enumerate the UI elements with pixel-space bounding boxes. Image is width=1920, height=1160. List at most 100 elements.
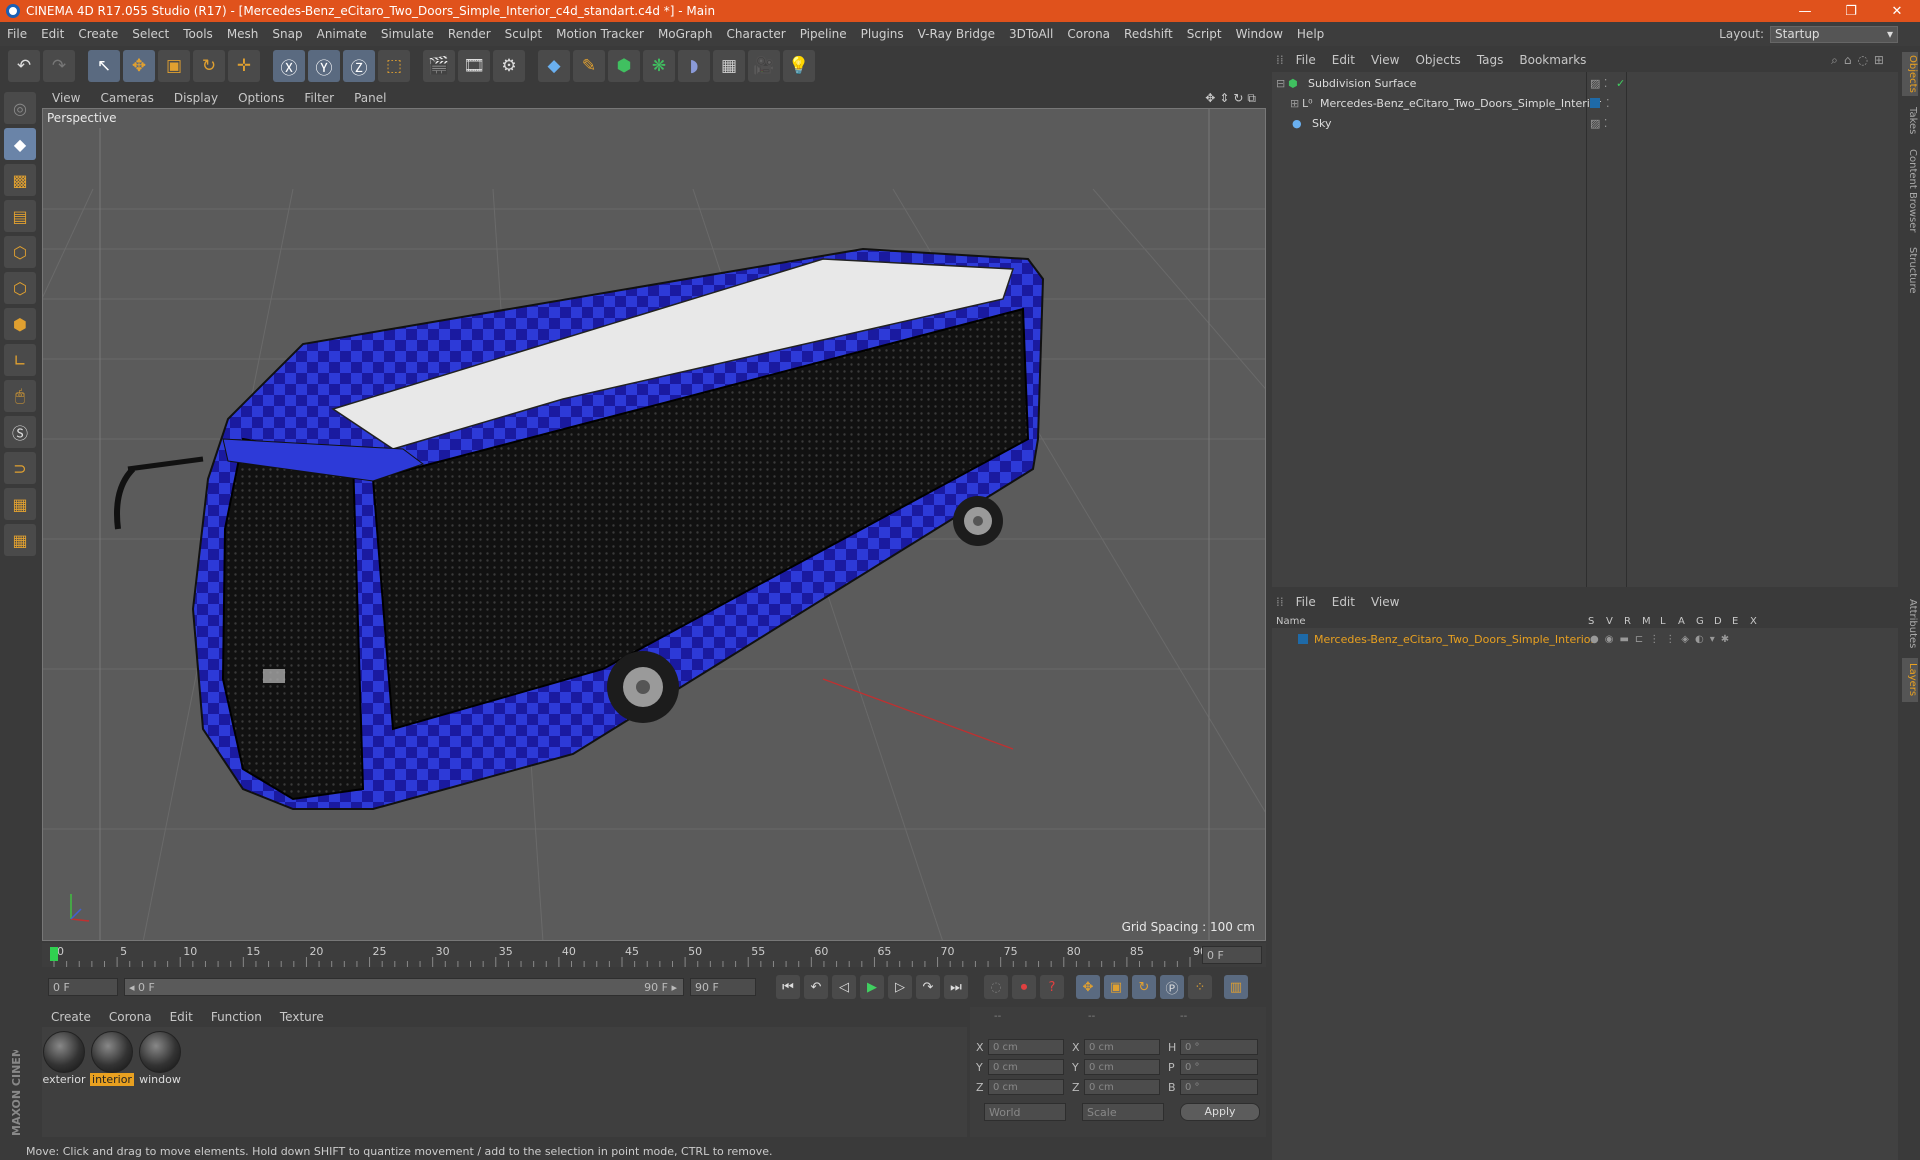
visibility-dots-icon[interactable]: ▨ ⁚ (1590, 117, 1607, 130)
viewport-menu-filter[interactable]: Filter (294, 91, 344, 105)
workplane-lock-button[interactable]: ▦ (4, 488, 36, 520)
menu-select[interactable]: Select (125, 27, 176, 41)
layer-col-g[interactable]: G (1696, 616, 1704, 627)
workplane-mode-button[interactable]: ▤ (4, 200, 36, 232)
menu-mesh[interactable]: Mesh (220, 27, 266, 41)
current-frame-field[interactable]: 0 F (1202, 946, 1262, 964)
tab-content-browser[interactable]: Content Browser (1902, 146, 1918, 236)
undo-button[interactable]: ↶ (8, 50, 40, 82)
menu-3dtoall[interactable]: 3DToAll (1002, 27, 1060, 41)
layer-col-x[interactable]: X (1750, 616, 1757, 627)
menu-redshift[interactable]: Redshift (1117, 27, 1180, 41)
start-frame-field[interactable]: 0 F (48, 978, 118, 996)
deformer-bend-button[interactable]: ◗ (678, 50, 710, 82)
perspective-viewport[interactable]: Perspective Grid Spacing : 100 cm (42, 108, 1266, 941)
menu-help[interactable]: Help (1290, 27, 1331, 41)
coordinate-system-button[interactable]: ⬚ (378, 50, 410, 82)
menu-motion-tracker[interactable]: Motion Tracker (549, 27, 651, 41)
objmgr-menu-tags[interactable]: Tags (1469, 53, 1512, 67)
material-menu-corona[interactable]: Corona (100, 1010, 161, 1024)
viewport-menu-options[interactable]: Options (228, 91, 294, 105)
end-frame-field[interactable]: 90 F (690, 978, 756, 996)
render-view-button[interactable]: 🎬 (423, 50, 455, 82)
object-row-sky[interactable]: ● Sky ▨ ⁚ (1272, 114, 1898, 132)
tab-structure[interactable]: Structure (1902, 244, 1918, 296)
tab-layers[interactable]: Layers (1902, 658, 1918, 702)
objmgr-menu-edit[interactable]: Edit (1324, 53, 1363, 67)
minimize-button[interactable]: — (1782, 4, 1828, 19)
size-z-field[interactable]: 0 cm (1084, 1079, 1160, 1095)
viewport-menu-view[interactable]: View (42, 91, 90, 105)
menu-plugins[interactable]: Plugins (854, 27, 911, 41)
menu-create[interactable]: Create (71, 27, 125, 41)
layer-col-e[interactable]: E (1732, 616, 1738, 627)
subdivision-surface-button[interactable]: ⬢ (608, 50, 640, 82)
render-picture-viewer-button[interactable]: 🎞 (458, 50, 490, 82)
objmgr-menu-objects[interactable]: Objects (1407, 53, 1468, 67)
menu-corona[interactable]: Corona (1060, 27, 1117, 41)
timeline-ruler[interactable]: 0 5 10 15 20 25 30 35 40 45 50 55 60 65 70 75 80 85 90 0 F (42, 943, 1266, 967)
material-menu-function[interactable]: Function (202, 1010, 271, 1024)
frame-range-slider[interactable]: ◂ 0 F 90 F ▸ (124, 978, 684, 996)
live-selection-button[interactable]: ↖ (88, 50, 120, 82)
restore-button[interactable]: ❐ (1828, 4, 1874, 19)
previous-frame-icon[interactable]: ◁ (832, 975, 856, 999)
position-z-field[interactable]: 0 cm (988, 1079, 1064, 1095)
layer-color-icon[interactable] (1298, 634, 1308, 644)
scale-tool-button[interactable]: ▣ (158, 50, 190, 82)
key-scale-icon[interactable]: ▣ (1104, 975, 1128, 999)
visibility-dots-icon[interactable]: ▨ ⁚ (1590, 77, 1607, 90)
axis-mode-button[interactable]: ∟ (4, 344, 36, 376)
menu-tools[interactable]: Tools (176, 27, 220, 41)
object-row-subdivision-surface[interactable]: ⊟ ⬢ Subdivision Surface ▨ ⁚ ✓ (1272, 74, 1898, 92)
go-to-start-icon[interactable]: ⏮ (776, 975, 800, 999)
viewport-menu-display[interactable]: Display (164, 91, 228, 105)
menu-render[interactable]: Render (441, 27, 498, 41)
key-position-icon[interactable]: ✥ (1076, 975, 1100, 999)
objmgr-search-icons[interactable]: ⌕⌂◌⊞ (1831, 53, 1890, 68)
move-tool-button[interactable]: ✥ (123, 50, 155, 82)
menu-animate[interactable]: Animate (310, 27, 374, 41)
material-window[interactable]: window (138, 1031, 182, 1087)
x-axis-lock-button[interactable]: Ⓧ (273, 50, 305, 82)
edges-mode-button[interactable]: ⬡ (4, 272, 36, 304)
tab-attributes[interactable]: Attributes (1902, 594, 1918, 654)
y-axis-lock-button[interactable]: Ⓨ (308, 50, 340, 82)
apply-button[interactable]: Apply (1180, 1103, 1260, 1121)
light-button[interactable]: 💡 (783, 50, 815, 82)
model-mode-button[interactable]: ◆ (4, 128, 36, 160)
material-menu-edit[interactable]: Edit (161, 1010, 202, 1024)
layer-col-s[interactable]: S (1588, 616, 1594, 627)
size-y-field[interactable]: 0 cm (1084, 1059, 1160, 1075)
tab-takes[interactable]: Takes (1902, 104, 1918, 138)
floor-button[interactable]: ▦ (713, 50, 745, 82)
cube-primitive-button[interactable]: ◆ (538, 50, 570, 82)
mograph-cloner-button[interactable]: ❋ (643, 50, 675, 82)
next-key-icon[interactable]: ↷ (916, 975, 940, 999)
tab-objects[interactable]: Objects (1902, 52, 1918, 96)
play-forward-icon[interactable]: ▶ (860, 975, 884, 999)
points-mode-button[interactable]: ⬡ (4, 236, 36, 268)
object-row-mercedes-bus[interactable]: ⊞ L⁰ Mercedes-Benz_eCitaro_Two_Doors_Sim… (1272, 94, 1898, 112)
objmgr-menu-file[interactable]: File (1288, 53, 1324, 67)
rotation-p-field[interactable]: 0 ° (1180, 1059, 1258, 1075)
edit-render-settings-button[interactable]: ⚙ (493, 50, 525, 82)
magnet-tool-button[interactable]: ⊃ (4, 452, 36, 484)
menu-vray-bridge[interactable]: V-Ray Bridge (911, 27, 1002, 41)
motion-record-icon[interactable]: ◌ (984, 975, 1008, 999)
autokeying-icon[interactable]: ? (1040, 975, 1064, 999)
menu-window[interactable]: Window (1229, 27, 1290, 41)
viewport-navigation-icons[interactable]: ✥⇕↻⧉ (1205, 91, 1260, 106)
key-rotation-icon[interactable]: ↻ (1132, 975, 1156, 999)
viewport-menu-cameras[interactable]: Cameras (90, 91, 163, 105)
previous-key-icon[interactable]: ↶ (804, 975, 828, 999)
layer-col-m[interactable]: M (1642, 616, 1651, 627)
menu-mograph[interactable]: MoGraph (651, 27, 720, 41)
layer-col-v[interactable]: V (1606, 616, 1613, 627)
material-menu-texture[interactable]: Texture (271, 1010, 333, 1024)
objmgr-menu-view[interactable]: View (1363, 53, 1407, 67)
layer-col-d[interactable]: D (1714, 616, 1722, 627)
layer-col-r[interactable]: R (1624, 616, 1631, 627)
material-menu-create[interactable]: Create (42, 1010, 100, 1024)
menu-pipeline[interactable]: Pipeline (793, 27, 854, 41)
